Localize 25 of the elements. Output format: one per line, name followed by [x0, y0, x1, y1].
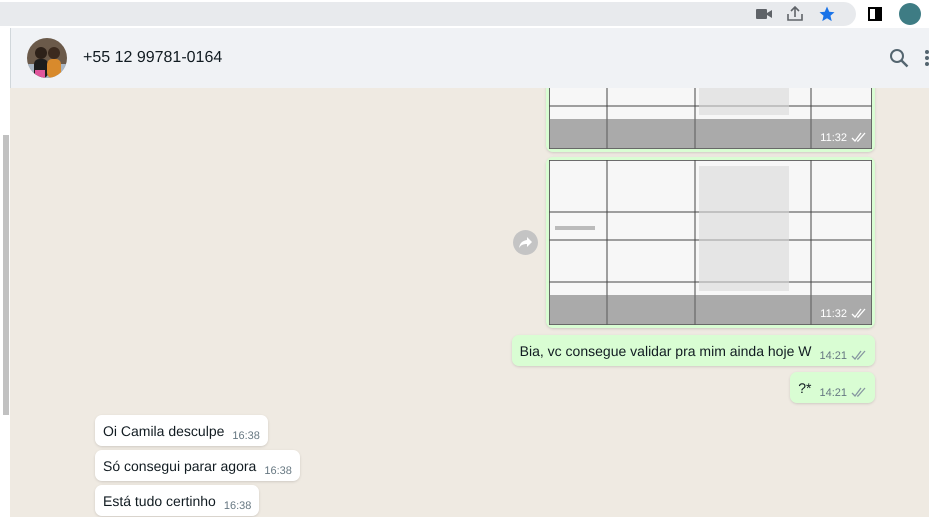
message-time: 11:32 — [820, 306, 847, 322]
share-icon[interactable] — [786, 6, 804, 22]
scrollbar-thumb[interactable] — [3, 135, 9, 415]
message-text: Só consegui parar agora — [103, 457, 256, 476]
message-text: Bia, vc consegue validar pra mim ainda hoje W — [520, 342, 812, 361]
message-time: 14:21 — [819, 349, 847, 363]
search-icon[interactable] — [889, 48, 909, 68]
message-time: 14:21 — [819, 386, 847, 400]
profile-avatar-icon[interactable] — [899, 3, 921, 25]
contact-name[interactable]: +55 12 99781-0164 — [83, 46, 222, 70]
message-text: Oi Camila desculpe — [103, 422, 224, 441]
side-panel-icon[interactable] — [868, 7, 882, 21]
star-icon[interactable] — [818, 5, 836, 23]
contact-avatar[interactable] — [27, 38, 67, 78]
message-time: 16:38 — [264, 464, 292, 478]
video-camera-icon[interactable] — [756, 8, 772, 20]
menu-icon[interactable] — [925, 49, 929, 67]
message-time: 11:32 — [820, 130, 847, 146]
message-text: Está tudo certinho — [103, 492, 216, 511]
image-message[interactable]: 11:32 — [546, 157, 875, 328]
image-message[interactable]: 11:32 — [546, 88, 875, 152]
message-text: ?* — [798, 379, 812, 398]
forward-arrow-icon — [519, 237, 532, 248]
message-time: 16:38 — [224, 499, 252, 513]
message-time: 16:38 — [232, 429, 260, 443]
